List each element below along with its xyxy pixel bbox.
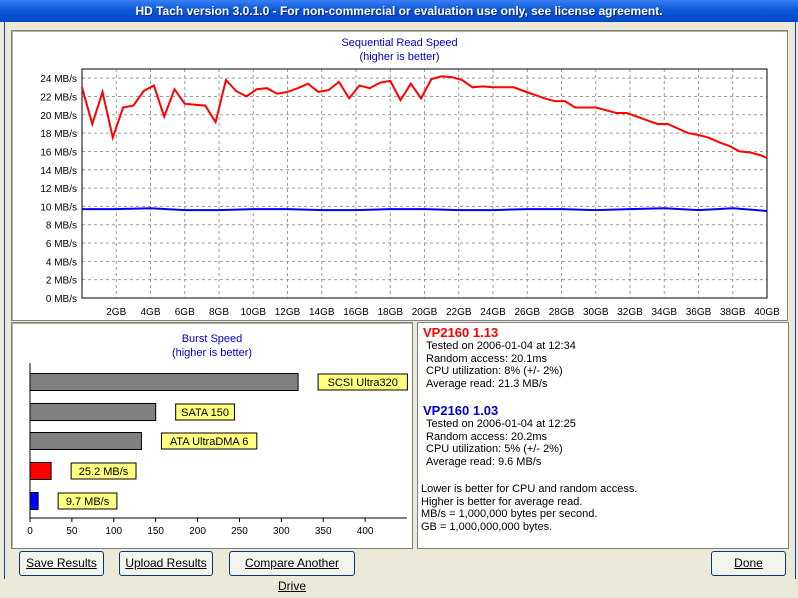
upload-results-button[interactable]: Upload Results [119,551,213,576]
y-tick-label: 6 MB/s [46,239,77,250]
compare-another-drive-label: Compare Another Drive [244,556,340,593]
drive1-average-read: Average read: 21.3 MB/s [426,377,548,390]
x-tick-label: 6GB [175,307,195,318]
burst-x-tick-label: 50 [66,526,78,537]
x-tick-label: 32GB [617,307,643,318]
drive1-random-access: Random access: 20.1ms [426,352,548,365]
note-average-read: Higher is better for average read. [421,495,583,508]
y-tick-label: 8 MB/s [46,221,77,232]
x-tick-label: 36GB [686,307,712,318]
burst-x-tick-label: 250 [231,526,248,537]
x-tick-label: 26GB [514,307,540,318]
x-tick-label: 12GB [275,307,301,318]
drive2-random-access: Random access: 20.2ms [426,430,548,443]
done-button[interactable]: Done [711,551,786,576]
x-tick-label: 10GB [240,307,266,318]
burst-x-tick-label: 350 [315,526,332,537]
y-tick-label: 4 MB/s [46,257,77,268]
y-tick-label: 10 MB/s [40,202,77,213]
burst-x-tick-label: 300 [273,526,290,537]
x-tick-label: 4GB [140,307,160,318]
x-tick-label: 40GB [754,307,780,318]
save-results-label: Save Results [26,556,97,570]
drive2-tested: Tested on 2006-01-04 at 12:25 [426,418,576,430]
burst-x-tick-label: 200 [189,526,206,537]
x-tick-label: 28GB [549,307,575,318]
burst-bar [29,462,52,480]
y-tick-label: 18 MB/s [40,129,77,140]
burst-bar-label: SATA 150 [181,407,229,419]
drive2-average-read: Average read: 9.6 MB/s [426,455,542,468]
sequential-read-chart: 0 MB/s 2 MB/s 4 MB/s 6 MB/s 8 MB/s 10 MB/s 12 … [40,68,780,318]
burst-x-tick-label: 150 [147,526,164,537]
y-tick-label: 20 MB/s [40,111,77,122]
note-mbs-definition: MB/s = 1,000,000 bytes per second. [421,508,598,520]
x-tick-label: 38GB [720,307,746,318]
save-results-button[interactable]: Save Results [19,551,104,576]
burst-bar [29,403,157,421]
x-tick-label: 30GB [583,307,609,318]
y-tick-label: 14 MB/s [40,166,77,177]
x-tick-label: 18GB [377,307,403,318]
window-title: HD Tach version 3.0.1.0 - For non-commer… [135,4,663,18]
x-tick-label: 16GB [343,307,369,318]
y-tick-label: 24 MB/s [40,74,77,85]
x-tick-label: 22GB [446,307,472,318]
burst-x-tick-label: 0 [27,526,33,537]
x-tick-label: 20GB [412,307,438,318]
y-tick-label: 0 MB/s [46,294,77,305]
drive1-cpu-utilization: CPU utilization: 8% (+/- 2%) [426,365,563,377]
drive1-name: VP2160 1.13 [423,325,499,340]
x-tick-label: 8GB [209,307,229,318]
y-tick-label: 2 MB/s [46,276,77,287]
burst-bar [29,373,299,391]
drive2-cpu-utilization: CPU utilization: 5% (+/- 2%) [426,443,563,455]
burst-speed-chart: 0 50 100 150 200 250 300 350 400 SCSI Ultra320 SAT… [27,363,408,537]
burst-bar-label: SCSI Ultra320 [328,377,398,389]
note-cpu-random: Lower is better for CPU and random acces… [421,483,638,495]
done-label: Done [734,556,763,570]
drive1-tested: Tested on 2006-01-04 at 12:34 [426,340,576,352]
x-tick-label: 34GB [651,307,677,318]
x-tick-label: 24GB [480,307,506,318]
burst-bar-label: 25.2 MB/s [79,466,129,478]
burst-x-tick-label: 400 [357,526,374,537]
note-gb-definition: GB = 1,000,000,000 bytes. [421,520,553,533]
burst-bar [29,492,39,510]
burst-bar-label: 9.7 MB/s [66,496,110,508]
results-info-panel: VP2160 1.13 Tested on 2006-01-04 at 12:3… [417,322,789,549]
sequential-read-panel: Sequential Read Speed (higher is better)… [11,30,788,321]
y-tick-label: 16 MB/s [40,147,77,158]
burst-bar [29,432,142,450]
burst-bar-label: ATA UltraDMA 6 [170,436,248,448]
drive2-name: VP2160 1.03 [423,403,499,418]
y-tick-label: 22 MB/s [40,92,77,103]
y-tick-label: 12 MB/s [40,184,77,195]
x-tick-label: 14GB [309,307,335,318]
burst-speed-panel: Burst Speed (higher is better) 0 50 100 150… [11,322,413,549]
compare-another-drive-button[interactable]: Compare Another Drive [229,551,355,593]
x-tick-label: 2GB [106,307,126,318]
title-bar: HD Tach version 3.0.1.0 - For non-commer… [0,0,798,22]
upload-results-label: Upload Results [125,556,207,570]
burst-x-tick-label: 100 [105,526,122,537]
